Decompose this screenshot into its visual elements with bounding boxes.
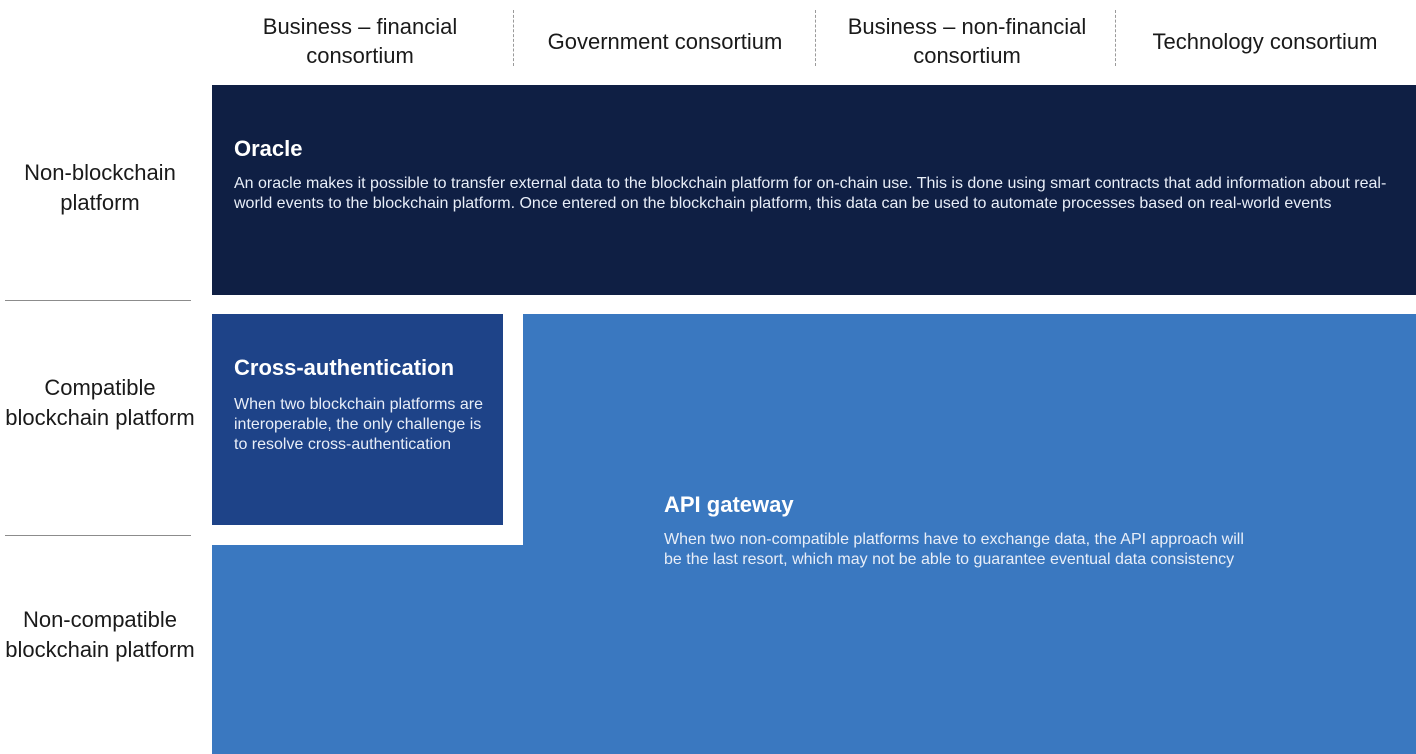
column-header-business-financial: Business – financial consortium <box>262 14 458 68</box>
column-header-business-non-financial: Business – non-financial consortium <box>847 14 1087 68</box>
api-gateway-description: When two non-compatible platforms have t… <box>664 531 1244 568</box>
cross-authentication-description: When two blockchain platforms are intero… <box>234 396 483 453</box>
cross-authentication-title: Cross-authentication <box>234 355 455 380</box>
row-label-non-compatible-blockchain: Non-compatible blockchain platform <box>5 607 195 662</box>
oracle-title: Oracle <box>234 136 303 161</box>
row-label-non-blockchain: Non-blockchain platform <box>24 160 176 215</box>
row-divider <box>5 300 191 301</box>
oracle-description: An oracle makes it possible to transfer … <box>234 175 1387 212</box>
oracle-block: Oracle An oracle makes it possible to tr… <box>212 85 1416 295</box>
row-divider <box>5 535 191 536</box>
column-divider <box>1115 10 1116 66</box>
column-header-technology: Technology consortium <box>1152 28 1378 54</box>
column-divider <box>513 10 514 66</box>
cross-authentication-block: Cross-authentication When two blockchain… <box>212 314 503 525</box>
column-header-government: Government consortium <box>547 28 783 54</box>
api-gateway-title: API gateway <box>664 492 794 517</box>
column-divider <box>815 10 816 66</box>
row-label-compatible-blockchain: Compatible blockchain platform <box>5 375 195 430</box>
